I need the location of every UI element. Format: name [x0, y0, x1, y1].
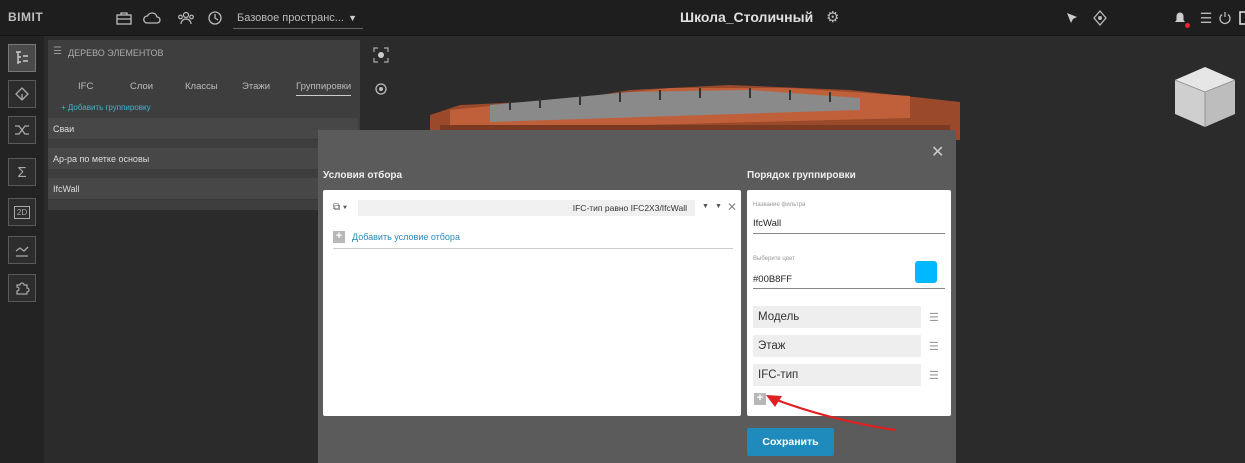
condition-row: ⧉ ▾ IFC-тип равно IFC2X3/IfcWall ▼ ▼ ✕: [333, 200, 737, 216]
red-arrow-annotation: [766, 395, 896, 432]
group-item-model[interactable]: Модель: [753, 306, 921, 328]
add-condition-row[interactable]: + Добавить условие отбора: [333, 231, 733, 249]
color-input[interactable]: #00B8FF: [753, 274, 792, 285]
add-grouping-link[interactable]: + Добавить группировку: [61, 103, 151, 112]
chevron-down-icon[interactable]: ▼: [715, 203, 722, 210]
project-title: Школа_Столичный: [680, 9, 814, 25]
tab-groupings[interactable]: Группировки: [296, 81, 352, 96]
sum-icon[interactable]: Σ: [8, 158, 36, 186]
tree-panel-title: ДЕРЕВО ЭЛЕМЕНТОВ: [68, 48, 164, 58]
tree-panel-header: ☰ ДЕРЕВО ЭЛЕМЕНТОВ: [48, 40, 360, 66]
reorder-list-icon[interactable]: ☰: [929, 340, 939, 353]
tree-panel-icon: ☰: [53, 46, 62, 57]
grouping-row[interactable]: Ар-ра по метке основы: [48, 148, 358, 170]
power-icon[interactable]: [1215, 8, 1235, 28]
list-icon[interactable]: ☰: [1196, 8, 1216, 28]
nav-cube[interactable]: [1170, 62, 1240, 132]
conditions-title: Условия отбора: [323, 170, 403, 181]
condition-field[interactable]: IFC-тип равно IFC2X3/IfcWall: [358, 200, 695, 216]
panel-icon[interactable]: [1235, 8, 1245, 28]
tree-tabs: IFC Слои Классы Этажи Группировки: [48, 76, 360, 98]
plus-icon[interactable]: +: [333, 231, 345, 243]
target-icon[interactable]: [372, 80, 390, 98]
history-icon[interactable]: [205, 8, 225, 28]
color-swatch[interactable]: [915, 261, 937, 283]
close-icon[interactable]: ✕: [931, 142, 944, 162]
chevron-down-icon: ▼: [348, 13, 357, 23]
tab-classes[interactable]: Классы: [185, 81, 218, 92]
chart-icon[interactable]: [8, 236, 36, 264]
orbit-icon[interactable]: [1090, 8, 1110, 28]
space-select-value: Базовое пространс...: [237, 12, 344, 24]
color-underline: [753, 288, 945, 289]
grouping-row[interactable]: Сваи: [48, 118, 358, 140]
focus-icon[interactable]: [372, 46, 390, 64]
add-condition-link[interactable]: Добавить условие отбора: [352, 232, 460, 242]
grouping-row[interactable]: IfcWall: [48, 178, 358, 200]
grouping-order-title: Порядок группировки: [747, 170, 856, 181]
notification-dot: [1185, 23, 1190, 28]
top-bar: BIMIT Базовое пространс... ▼ Школа_Столи…: [0, 0, 1245, 36]
users-icon[interactable]: [176, 8, 196, 28]
filter-name-label: Название фильтра: [753, 202, 806, 208]
filter-name-input[interactable]: IfcWall: [753, 218, 781, 229]
element-tree-panel: ☰ ДЕРЕВО ЭЛЕМЕНТОВ IFC Слои Классы Этажи…: [48, 40, 360, 210]
left-toolbar: Σ 2D: [0, 36, 44, 463]
group-item-ifc-type[interactable]: IFC-тип: [753, 364, 921, 386]
group-item-floor[interactable]: Этаж: [753, 335, 921, 357]
reorder-list-icon[interactable]: ☰: [929, 369, 939, 382]
tree-icon[interactable]: [8, 44, 36, 72]
conditions-box: ⧉ ▾ IFC-тип равно IFC2X3/IfcWall ▼ ▼ ✕ +…: [323, 190, 741, 416]
shuffle-icon[interactable]: [8, 116, 36, 144]
2d-view-icon[interactable]: 2D: [8, 198, 36, 226]
color-label: Выберите цвет: [753, 256, 795, 262]
filter-name-underline: [753, 233, 945, 234]
chevron-down-icon[interactable]: ▼: [702, 203, 709, 210]
grouping-box: Название фильтра IfcWall Выберите цвет #…: [747, 190, 951, 416]
reorder-list-icon[interactable]: ☰: [929, 311, 939, 324]
tab-floors[interactable]: Этажи: [242, 81, 270, 92]
briefcase-icon[interactable]: [114, 8, 134, 28]
puzzle-icon[interactable]: [8, 274, 36, 302]
app-logo: BIMIT: [8, 10, 44, 24]
cloud-icon[interactable]: [142, 8, 162, 28]
layers-icon[interactable]: [8, 80, 36, 108]
remove-condition-icon[interactable]: ✕: [727, 200, 737, 214]
space-select[interactable]: Базовое пространс... ▼: [233, 7, 363, 29]
tab-ifc[interactable]: IFC: [78, 81, 93, 92]
pointer-icon[interactable]: [1062, 8, 1082, 28]
tab-layers[interactable]: Слои: [130, 81, 153, 92]
copy-icon[interactable]: ⧉ ▾: [333, 202, 347, 213]
gear-icon[interactable]: ⚙: [826, 8, 839, 26]
